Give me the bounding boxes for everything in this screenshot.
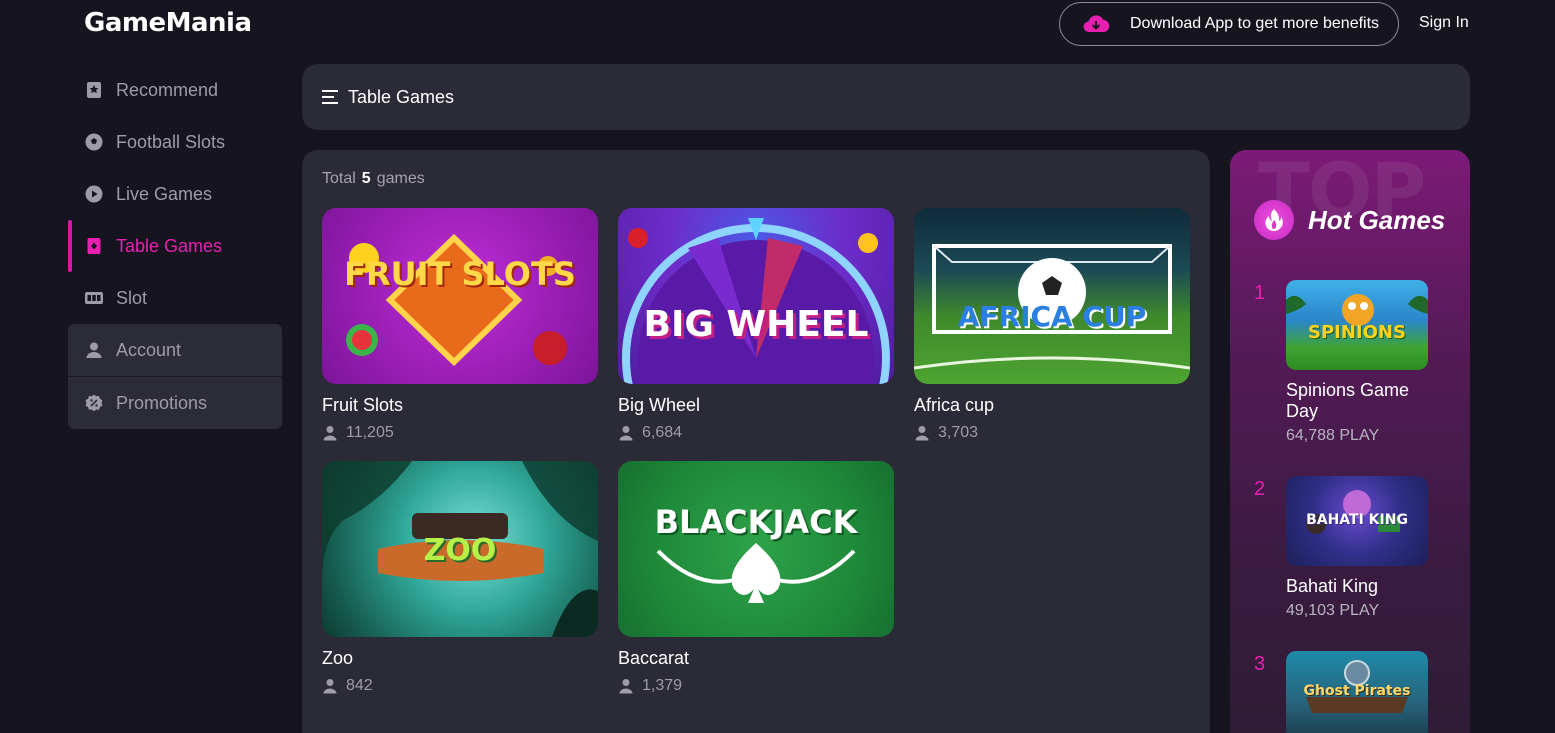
game-card-zoo[interactable]: ZOO Zoo 842 [322, 461, 598, 695]
hot-games-panel: TOP Hot Games 1 SPINIONS Spinions Game D… [1230, 150, 1470, 733]
sidebar-item-account[interactable]: Account [68, 324, 282, 376]
sidebar-item-label: Account [116, 339, 182, 360]
app-logo[interactable]: GameMania [84, 8, 252, 38]
sidebar-item-label: Table Games [116, 235, 223, 256]
download-app-label: Download App to get more benefits [1130, 15, 1380, 32]
download-app-button[interactable]: Download App to get more benefits [1059, 2, 1399, 46]
sidebar-item-table-games[interactable]: Table Games [68, 220, 282, 272]
category-title: Table Games [348, 86, 455, 107]
sidebar-item-label: Football Slots [116, 131, 226, 152]
game-thumbnail[interactable]: FRUIT SLOTS [322, 208, 598, 384]
hot-game-item[interactable]: 1 SPINIONS Spinions Game Day 64,788 PLAY [1254, 280, 1454, 460]
sidebar-item-promotions[interactable]: Promotions [68, 377, 282, 429]
hot-game-thumbnail[interactable]: Ghost Pirates [1286, 651, 1428, 733]
hot-games-title: Hot Games [1254, 200, 1445, 240]
game-card-africa-cup[interactable]: AFRICA CUP Africa cup 3,703 [914, 208, 1190, 442]
game-thumbnail[interactable]: BLACKJACK [618, 461, 894, 637]
hot-game-plays: 64,788 PLAY [1286, 427, 1380, 444]
game-name[interactable]: Big Wheel [618, 395, 894, 416]
hot-rank: 2 [1254, 478, 1266, 500]
game-name[interactable]: Africa cup [914, 395, 1190, 416]
hot-game-name[interactable]: Bahati King [1286, 576, 1436, 597]
sidebar-item-label: Recommend [116, 79, 219, 100]
user-icon [619, 426, 633, 441]
card-icon [84, 236, 104, 256]
hot-game-thumbnail[interactable]: SPINIONS [1286, 280, 1428, 370]
game-card-fruit-slots[interactable]: FRUIT SLOTS Fruit Slots 11,205 [322, 208, 598, 442]
game-player-count: 11,205 [322, 424, 598, 442]
hot-games-title-text: Hot Games [1308, 204, 1446, 235]
sidebar-item-label: Slot [116, 287, 148, 308]
hot-game-item[interactable]: 3 Ghost Pirates [1254, 651, 1454, 733]
user-icon [323, 679, 337, 694]
player-count-value: 3,703 [938, 424, 979, 441]
game-player-count: 6,684 [618, 424, 894, 442]
star-bookmark-icon [84, 80, 104, 100]
hot-game-item[interactable]: 2 BAHATI KING Bahati King 49,103 PLAY [1254, 476, 1454, 636]
thumb-title: ZOO [423, 533, 497, 568]
menu-icon [322, 90, 338, 104]
sidebar-item-football-slots[interactable]: Football Slots [68, 116, 282, 168]
sidebar-item-live-games[interactable]: Live Games [68, 168, 282, 220]
hot-thumb-title: Ghost Pirates [1303, 683, 1411, 699]
fire-icon [1254, 200, 1294, 240]
sidebar-nav: Recommend Football Slots Live Games Tabl… [68, 64, 282, 429]
games-total: Total 5 games [322, 170, 425, 188]
game-card-big-wheel[interactable]: BIG WHEEL Big Wheel 6,684 [618, 208, 894, 442]
hot-game-name[interactable]: Spinions Game Day [1286, 380, 1436, 422]
hot-rank: 3 [1254, 653, 1266, 675]
game-thumbnail[interactable]: BIG WHEEL [618, 208, 894, 384]
hot-thumb-title: BAHATI KING [1306, 512, 1408, 528]
user-icon [84, 340, 104, 360]
sign-in-link[interactable]: Sign In [1419, 14, 1469, 32]
game-thumbnail[interactable]: AFRICA CUP [914, 208, 1190, 384]
game-thumbnail[interactable]: ZOO [322, 461, 598, 637]
hot-rank: 1 [1254, 282, 1266, 304]
player-count-value: 6,684 [642, 424, 683, 441]
sidebar-item-label: Live Games [116, 183, 213, 204]
player-count-value: 842 [346, 677, 373, 694]
play-circle-icon [84, 184, 104, 204]
user-icon [323, 426, 337, 441]
total-count: 5 [361, 170, 371, 187]
promotion-badge-icon [84, 393, 104, 413]
game-name[interactable]: Fruit Slots [322, 395, 598, 416]
game-player-count: 842 [322, 677, 598, 695]
sidebar-item-label: Promotions [116, 392, 208, 413]
game-card-baccarat[interactable]: BLACKJACK Baccarat 1,379 [618, 461, 894, 695]
thumb-title: BLACKJACK [654, 503, 858, 541]
sidebar-item-recommend[interactable]: Recommend [68, 64, 282, 116]
game-player-count: 3,703 [914, 424, 1190, 442]
sidebar-item-slot[interactable]: Slot [68, 272, 282, 324]
hot-thumb-title: SPINIONS [1308, 322, 1406, 343]
game-name[interactable]: Zoo [322, 648, 598, 669]
thumb-title: AFRICA CUP [957, 300, 1147, 333]
games-panel: Total 5 games FRUIT SLOTS Fruit Slots 11,2… [302, 150, 1210, 733]
slot-machine-icon [84, 288, 104, 308]
user-icon [619, 679, 633, 694]
category-header-bar[interactable]: Table Games [302, 64, 1470, 130]
game-player-count: 1,379 [618, 677, 894, 695]
football-icon [84, 132, 104, 152]
player-count-value: 11,205 [346, 424, 394, 441]
thumb-title: FRUIT SLOTS [344, 255, 576, 293]
game-name[interactable]: Baccarat [618, 648, 894, 669]
thumb-title: BIG WHEEL [643, 304, 869, 345]
total-prefix: Total [322, 170, 356, 187]
player-count-value: 1,379 [642, 677, 683, 694]
sidebar-account-group: Account Promotions [68, 324, 282, 429]
hot-game-thumbnail[interactable]: BAHATI KING [1286, 476, 1428, 566]
hot-game-plays: 49,103 PLAY [1286, 602, 1380, 619]
total-suffix: games [376, 170, 425, 187]
user-icon [915, 426, 929, 441]
cloud-download-icon [1082, 12, 1110, 36]
